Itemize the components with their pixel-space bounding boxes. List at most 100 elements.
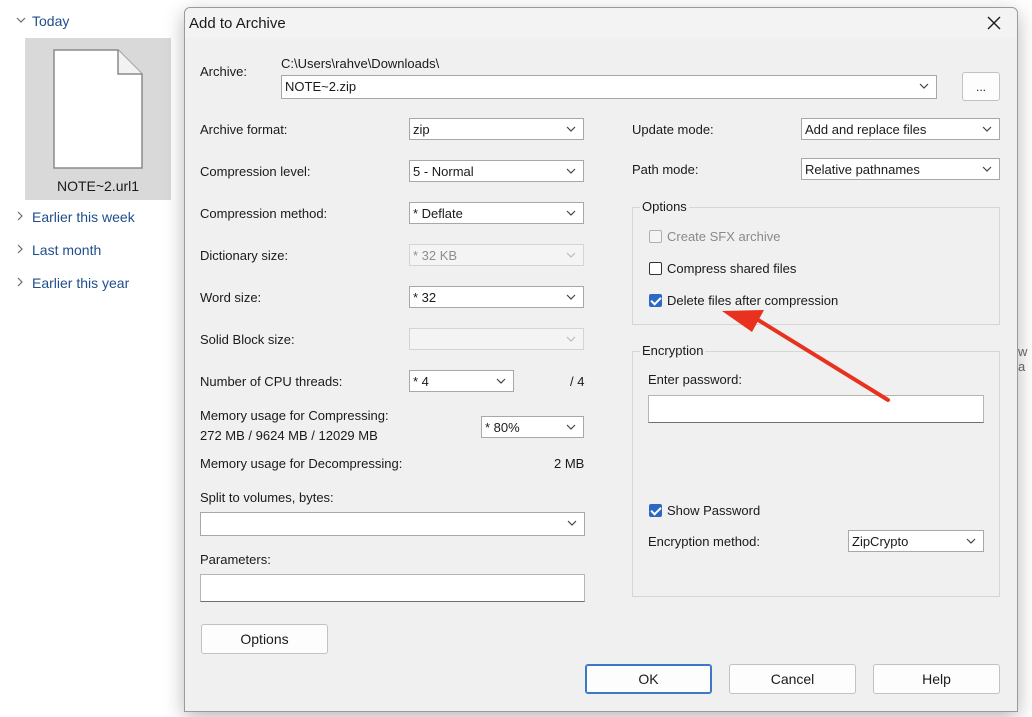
options-group-title: Options [640, 199, 689, 214]
checkbox-box [649, 262, 662, 275]
dictionary-size-select: * 32 KB [409, 244, 584, 266]
group-earlier-this-year[interactable]: Earlier this year [16, 275, 129, 291]
compression-method-label: Compression method: [200, 206, 328, 221]
delete-after-compression-checkbox[interactable]: Delete files after compression [649, 293, 838, 308]
group-earlier-this-year-label: Earlier this year [32, 275, 130, 291]
encryption-method-value: ZipCrypto [852, 534, 909, 549]
chevron-right-icon [16, 244, 26, 257]
chevron-right-icon [16, 211, 26, 224]
show-password-checkbox[interactable]: Show Password [649, 503, 760, 518]
word-size-select[interactable]: * 32 [409, 286, 584, 308]
group-earlier-this-week[interactable]: Earlier this week [16, 209, 135, 225]
parameters-label: Parameters: [200, 552, 271, 567]
delete-after-compression-label: Delete files after compression [667, 293, 839, 308]
archive-label: Archive: [200, 64, 247, 79]
compression-level-select[interactable]: 5 - Normal [409, 160, 584, 182]
encryption-method-select[interactable]: ZipCrypto [848, 530, 984, 552]
chevron-down-icon [567, 520, 577, 526]
document-icon [53, 49, 143, 169]
chevron-down-icon [966, 538, 976, 544]
compression-method-value: * Deflate [413, 206, 463, 221]
chevron-down-icon [566, 252, 576, 258]
options-button[interactable]: Options [201, 624, 328, 654]
solid-block-size-label: Solid Block size: [200, 332, 295, 347]
chevron-down-icon [982, 166, 992, 172]
create-sfx-label: Create SFX archive [667, 229, 781, 244]
compress-shared-checkbox[interactable]: Compress shared files [649, 261, 796, 276]
encryption-method-label: Encryption method: [648, 534, 761, 549]
cancel-button[interactable]: Cancel [729, 664, 856, 694]
group-today[interactable]: Today [16, 13, 69, 29]
chevron-down-icon [566, 336, 576, 342]
close-icon [987, 16, 1001, 30]
memory-compress-label: Memory usage for Compressing: [200, 408, 389, 423]
chevron-right-icon [16, 277, 26, 290]
password-input[interactable] [648, 395, 984, 423]
chevron-down-icon [982, 126, 992, 132]
group-last-month[interactable]: Last month [16, 242, 101, 258]
split-volumes-combo[interactable] [200, 512, 585, 536]
compression-level-label: Compression level: [200, 164, 311, 179]
compress-shared-label: Compress shared files [667, 261, 797, 276]
dictionary-size-value: * 32 KB [413, 248, 458, 263]
cpu-threads-label: Number of CPU threads: [200, 374, 343, 389]
cpu-threads-total: / 4 [570, 374, 585, 389]
memory-decompress-label: Memory usage for Decompressing: [200, 456, 403, 471]
checkbox-box [649, 504, 662, 517]
update-mode-select[interactable]: Add and replace files [801, 118, 1000, 140]
checkbox-box [649, 230, 662, 243]
cpu-threads-select[interactable]: * 4 [409, 370, 514, 392]
chevron-down-icon [566, 168, 576, 174]
ok-button[interactable]: OK [585, 664, 712, 694]
dialog-title: Add to Archive [189, 15, 286, 32]
archive-name-value: NOTE~2.zip [285, 79, 357, 94]
chevron-down-icon [496, 378, 506, 384]
archive-name-combo[interactable]: NOTE~2.zip [281, 75, 937, 99]
memory-usage-value: * 80% [485, 420, 520, 435]
chevron-down-icon [566, 210, 576, 216]
chevron-down-icon [16, 16, 26, 27]
file-item[interactable]: NOTE~2.url1 [25, 38, 171, 200]
password-label: Enter password: [648, 372, 742, 387]
close-button[interactable] [971, 8, 1017, 38]
checkbox-box [649, 294, 662, 307]
archive-format-value: zip [413, 122, 430, 137]
update-mode-value: Add and replace files [805, 122, 927, 137]
cpu-threads-value: * 4 [413, 374, 429, 389]
group-last-month-label: Last month [32, 242, 102, 258]
chevron-down-icon [566, 424, 576, 430]
archive-format-select[interactable]: zip [409, 118, 584, 140]
chevron-down-icon [566, 294, 576, 300]
chevron-down-icon [566, 126, 576, 132]
chevron-down-icon [919, 83, 929, 89]
create-sfx-checkbox: Create SFX archive [649, 229, 780, 244]
browse-button[interactable]: ... [962, 72, 1000, 101]
show-password-label: Show Password [667, 503, 761, 518]
background-text-fragment: w a [1018, 344, 1028, 374]
path-mode-label: Path mode: [632, 162, 699, 177]
memory-decompress-value: 2 MB [554, 456, 585, 471]
memory-usage-select[interactable]: * 80% [481, 416, 584, 438]
solid-block-size-select [409, 328, 584, 350]
dialog-titlebar[interactable]: Add to Archive [185, 8, 1017, 38]
archive-format-label: Archive format: [200, 122, 288, 137]
compression-method-select[interactable]: * Deflate [409, 202, 584, 224]
file-name: NOTE~2.url1 [56, 178, 140, 194]
add-to-archive-dialog: Add to Archive Archive: C:\Users\rahve\D… [184, 7, 1018, 712]
path-mode-value: Relative pathnames [805, 162, 920, 177]
compression-level-value: 5 - Normal [413, 164, 474, 179]
help-button[interactable]: Help [873, 664, 1000, 694]
word-size-label: Word size: [200, 290, 262, 305]
parameters-input[interactable] [200, 574, 585, 602]
group-today-label: Today [32, 13, 70, 29]
encryption-groupbox [632, 351, 1000, 597]
memory-compress-detail: 272 MB / 9624 MB / 12029 MB [200, 428, 378, 443]
update-mode-label: Update mode: [632, 122, 714, 137]
split-volumes-label: Split to volumes, bytes: [200, 490, 334, 505]
group-earlier-this-week-label: Earlier this week [32, 209, 135, 225]
encryption-group-title: Encryption [640, 343, 706, 358]
archive-path: C:\Users\rahve\Downloads\ [281, 56, 440, 71]
dictionary-size-label: Dictionary size: [200, 248, 289, 263]
word-size-value: * 32 [413, 290, 437, 305]
path-mode-select[interactable]: Relative pathnames [801, 158, 1000, 180]
